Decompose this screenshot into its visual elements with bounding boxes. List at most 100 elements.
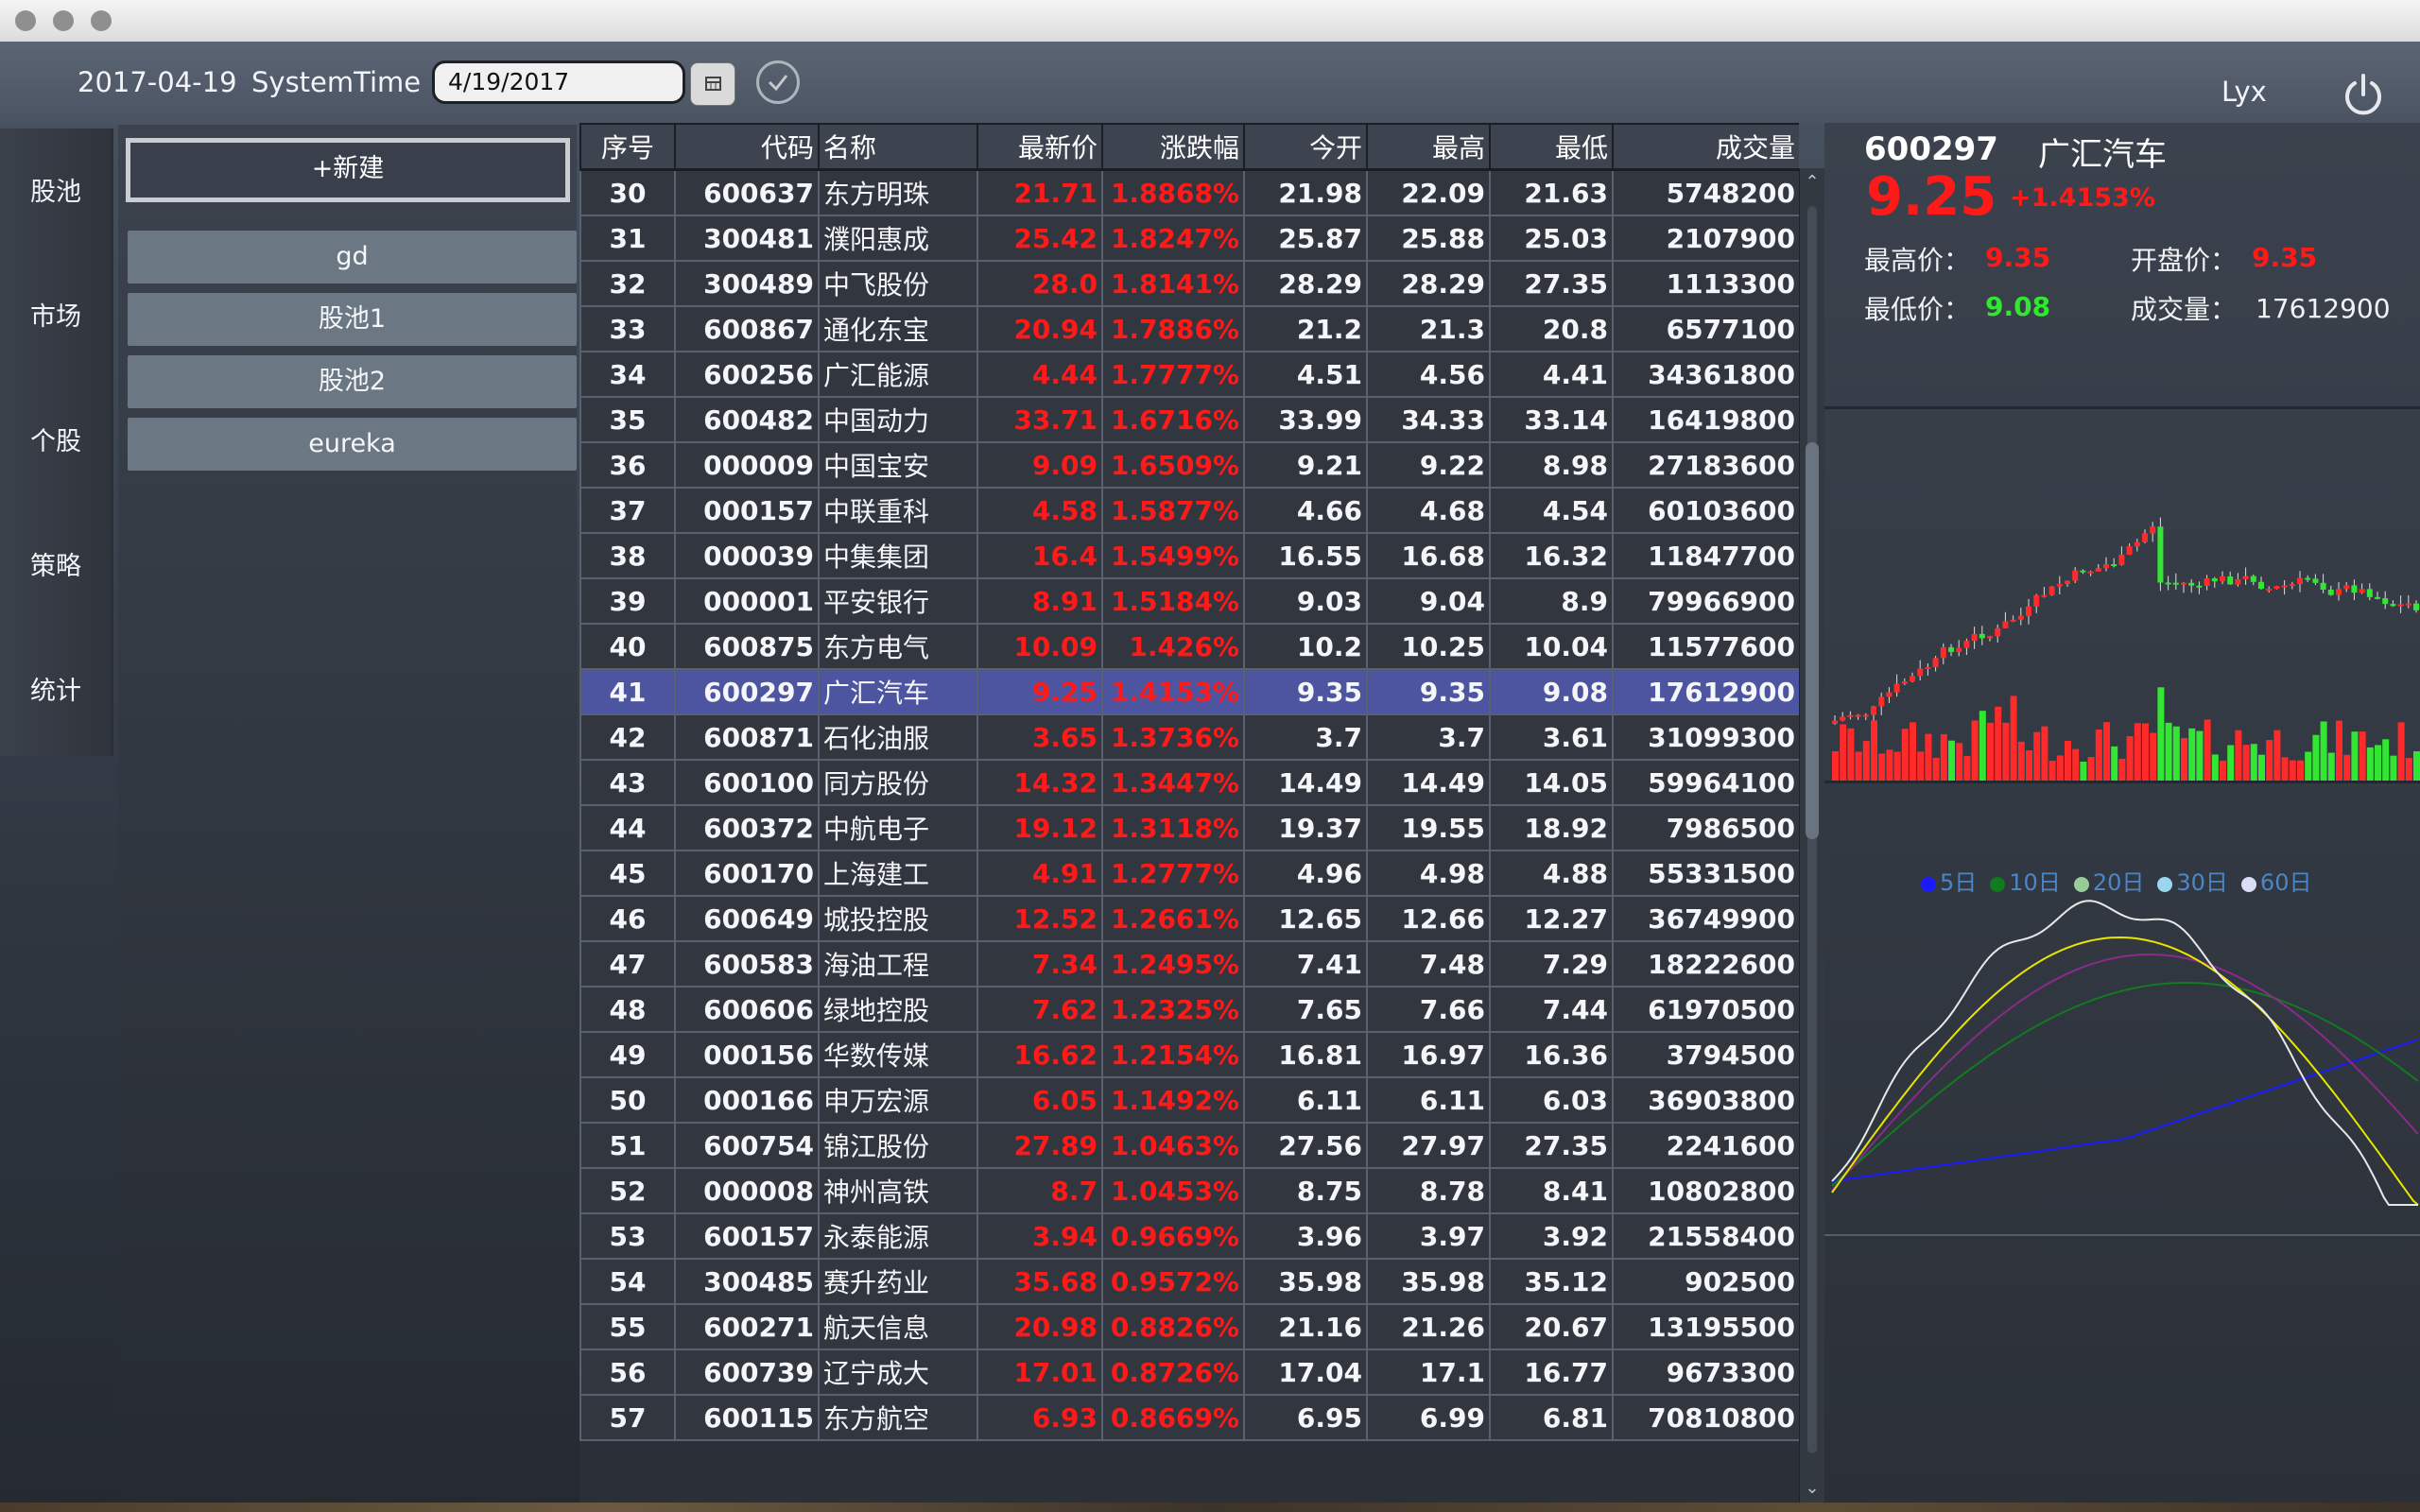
table-row[interactable]: 41 600297 广汇汽车 9.25 1.4153% 9.35 9.35 9.08 17612… xyxy=(579,668,1799,715)
volume-bar xyxy=(2211,754,2219,781)
column-header-high[interactable]: 最高 xyxy=(1366,123,1491,171)
candle-body xyxy=(2041,594,2048,597)
table-row[interactable]: 45 600170 上海建工 4.91 1.2777% 4.96 4.98 4.88 55331… xyxy=(579,850,1799,897)
cell-change-pct: 1.2154% xyxy=(1101,1031,1245,1078)
table-scrollbar[interactable]: ⌃ ⌄ xyxy=(1799,168,1824,1505)
pool-item[interactable]: eureka xyxy=(128,418,577,471)
volume-bar xyxy=(2118,758,2126,781)
new-pool-button[interactable]: +新建 xyxy=(126,138,570,202)
table-row[interactable]: 35 600482 中国动力 33.71 1.6716% 33.99 34.33 33.14 1… xyxy=(579,396,1799,443)
cell-change-pct: 1.0453% xyxy=(1101,1167,1245,1214)
cell-volume: 3794500 xyxy=(1612,1031,1799,1078)
table-row[interactable]: 46 600649 城投控股 12.52 1.2661% 12.65 12.66 12.27 3… xyxy=(579,895,1799,942)
table-row[interactable]: 54 300485 赛升药业 35.68 0.9572% 35.98 35.98 35.12 9… xyxy=(579,1258,1799,1305)
table-row[interactable]: 40 600875 东方电气 10.09 1.426% 10.2 10.25 10.04 115… xyxy=(579,623,1799,670)
confirm-button[interactable] xyxy=(756,60,800,104)
table-row[interactable]: 37 000157 中联重科 4.58 1.5877% 4.66 4.68 4.54 60103… xyxy=(579,487,1799,534)
minimize-window-icon[interactable] xyxy=(53,10,74,31)
candle-body xyxy=(1995,627,2001,637)
cell-low: 21.63 xyxy=(1489,168,1614,216)
cell-change-pct: 1.2495% xyxy=(1101,940,1245,988)
candle-body xyxy=(2312,578,2319,583)
scroll-down-icon[interactable]: ⌄ xyxy=(1804,1480,1821,1497)
volume-bar xyxy=(2033,731,2041,781)
table-row[interactable]: 39 000001 平安银行 8.91 1.5184% 9.03 9.04 8.9 799669… xyxy=(579,577,1799,625)
cell-change-pct: 1.5877% xyxy=(1101,487,1245,534)
table-row[interactable]: 44 600372 中航电子 19.12 1.3118% 19.37 19.55 18.92 7… xyxy=(579,804,1799,851)
table-row[interactable]: 36 000009 中国宝安 9.09 1.6509% 9.21 9.22 8.98 27183… xyxy=(579,441,1799,489)
nav-item-statistics[interactable]: 统计 xyxy=(0,663,112,720)
nav-item-stock[interactable]: 个股 xyxy=(0,414,112,471)
table-row[interactable]: 57 600115 东方航空 6.93 0.8669% 6.95 6.99 6.81 70810… xyxy=(579,1394,1799,1441)
cell-name: 中国宝安 xyxy=(818,441,978,489)
cell-name: 申万宏源 xyxy=(818,1076,978,1124)
cell-latest-price: 19.12 xyxy=(977,804,1103,851)
column-header-latest-price[interactable]: 最新价 xyxy=(977,123,1103,171)
table-row[interactable]: 49 000156 华数传媒 16.62 1.2154% 16.81 16.97 16.36 3… xyxy=(579,1031,1799,1078)
column-header-seq[interactable]: 序号 xyxy=(579,123,676,171)
column-header-low[interactable]: 最低 xyxy=(1489,123,1614,171)
cell-code: 600583 xyxy=(674,940,820,988)
scroll-thumb[interactable] xyxy=(1806,442,1819,839)
cell-low: 18.92 xyxy=(1489,804,1614,851)
close-window-icon[interactable] xyxy=(15,10,36,31)
pool-item[interactable]: 股池1 xyxy=(128,293,577,346)
volume-bar xyxy=(1878,753,1886,781)
cell-change-pct: 1.2777% xyxy=(1101,850,1245,897)
table-row[interactable]: 42 600871 石化油服 3.65 1.3736% 3.7 3.7 3.61 3109930… xyxy=(579,713,1799,761)
table-row[interactable]: 51 600754 锦江股份 27.89 1.0463% 27.56 27.97 27.35 2… xyxy=(579,1122,1799,1169)
candle-body xyxy=(2134,541,2140,547)
volume-bar xyxy=(2181,738,2187,781)
cell-seq: 30 xyxy=(579,168,676,216)
cell-low: 6.03 xyxy=(1489,1076,1614,1124)
cell-name: 永泰能源 xyxy=(818,1212,978,1260)
cell-change-pct: 1.3447% xyxy=(1101,759,1245,806)
table-row[interactable]: 47 600583 海油工程 7.34 1.2495% 7.41 7.48 7.29 18222… xyxy=(579,940,1799,988)
candle-body xyxy=(2320,582,2326,590)
pool-item[interactable]: gd xyxy=(128,231,577,284)
table-row[interactable]: 38 000039 中集集团 16.4 1.5499% 16.55 16.68 16.32 11… xyxy=(579,532,1799,579)
cell-volume: 2107900 xyxy=(1612,215,1799,262)
nav-item-pool[interactable]: 股池 xyxy=(0,164,112,221)
volume-bar xyxy=(2273,730,2281,781)
table-row[interactable]: 48 600606 绿地控股 7.62 1.2325% 7.65 7.66 7.44 61970… xyxy=(579,986,1799,1033)
table-row[interactable]: 43 600100 同方股份 14.32 1.3447% 14.49 14.49 14.05 5… xyxy=(579,759,1799,806)
nav-item-strategy[interactable]: 策略 xyxy=(0,539,112,595)
logout-button[interactable] xyxy=(2339,70,2388,119)
volume-bar xyxy=(2297,760,2304,781)
table-row[interactable]: 55 600271 航天信息 20.98 0.8826% 21.16 21.26 20.67 1… xyxy=(579,1303,1799,1350)
cell-low: 3.92 xyxy=(1489,1212,1614,1260)
cell-low: 10.04 xyxy=(1489,623,1614,670)
cell-volume: 13195500 xyxy=(1612,1303,1799,1350)
table-row[interactable]: 50 000166 申万宏源 6.05 1.1492% 6.11 6.11 6.03 36903… xyxy=(579,1076,1799,1124)
table-row[interactable]: 32 300489 中飞股份 28.0 1.8141% 28.29 28.29 27.35 11… xyxy=(579,260,1799,307)
cell-latest-price: 21.71 xyxy=(977,168,1103,216)
volume-bar xyxy=(2390,755,2397,781)
column-header-change-pct[interactable]: 涨跌幅 xyxy=(1101,123,1245,171)
candle-body xyxy=(2297,577,2303,585)
cell-low: 33.14 xyxy=(1489,396,1614,443)
date-input[interactable]: 4/19/2017 xyxy=(432,60,685,104)
table-row[interactable]: 53 600157 永泰能源 3.94 0.9669% 3.96 3.97 3.92 21558… xyxy=(579,1212,1799,1260)
table-row[interactable]: 30 600637 东方明珠 21.71 1.8868% 21.98 22.09 21.63 5… xyxy=(579,168,1799,216)
zoom-window-icon[interactable] xyxy=(91,10,112,31)
divider xyxy=(1824,406,2420,409)
volume-bar xyxy=(2266,740,2273,781)
calendar-button[interactable] xyxy=(690,62,735,106)
pool-item[interactable]: 股池2 xyxy=(128,355,577,408)
column-header-volume[interactable]: 成交量 xyxy=(1612,123,1799,171)
cell-open: 16.55 xyxy=(1243,532,1368,579)
table-row[interactable]: 34 600256 广汇能源 4.44 1.7777% 4.51 4.56 4.41 34361… xyxy=(579,351,1799,398)
table-row[interactable]: 33 600867 通化东宝 20.94 1.7886% 21.2 21.3 20.8 6577… xyxy=(579,305,1799,352)
volume-bar xyxy=(2142,723,2149,781)
scroll-up-icon[interactable]: ⌃ xyxy=(1804,174,1821,191)
table-row[interactable]: 56 600739 辽宁成大 17.01 0.8726% 17.04 17.1 16.77 96… xyxy=(579,1349,1799,1396)
table-row[interactable]: 31 300481 濮阳惠成 25.42 1.8247% 25.87 25.88 25.03 2… xyxy=(579,215,1799,262)
column-header-name[interactable]: 名称 xyxy=(818,123,978,171)
column-header-code[interactable]: 代码 xyxy=(674,123,820,171)
nav-item-market[interactable]: 市场 xyxy=(0,289,112,346)
table-row[interactable]: 52 000008 神州高铁 8.7 1.0453% 8.75 8.78 8.41 108028… xyxy=(579,1167,1799,1214)
candle-body xyxy=(2172,582,2179,585)
volume-bar xyxy=(2359,731,2366,781)
column-header-open[interactable]: 今开 xyxy=(1243,123,1368,171)
